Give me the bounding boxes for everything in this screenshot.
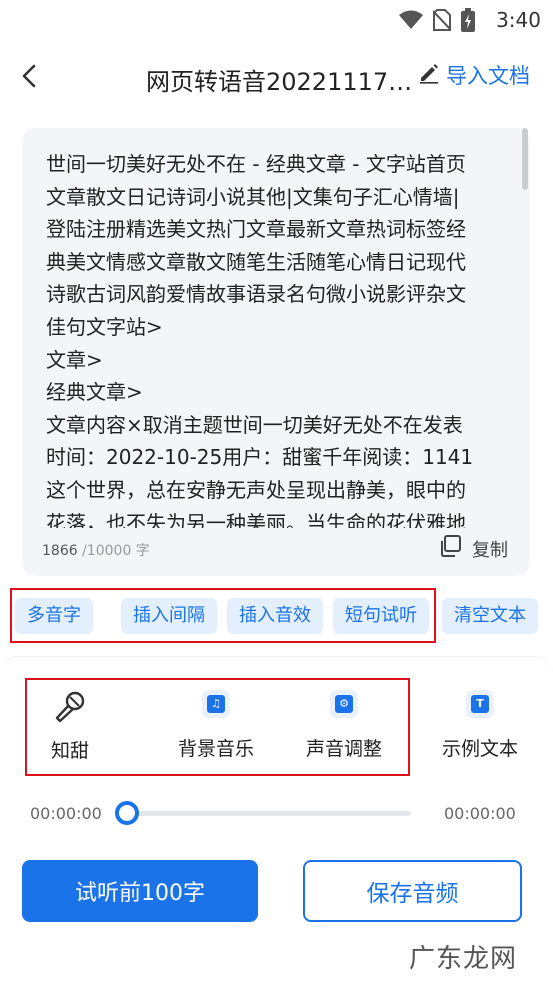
save-audio-button[interactable]: 保存音频 [303, 860, 522, 922]
char-counter: 1866 /10000 字 [42, 540, 150, 560]
audio-player: 00:00:00 00:00:00 [0, 798, 553, 830]
status-time: 3:40 [496, 8, 541, 32]
no-sim-icon [433, 9, 451, 31]
total-time: 00:00:00 [444, 804, 516, 823]
text-scrollbar[interactable] [522, 128, 528, 190]
back-button[interactable] [12, 58, 48, 94]
chip-clear-text[interactable]: 清空文本 [442, 598, 538, 634]
highlight-box-tools [25, 678, 410, 776]
import-document-button[interactable]: 导入文档 [418, 60, 530, 90]
progress-track[interactable] [125, 811, 411, 816]
tool-sample-text[interactable]: T 示例文本 [436, 690, 524, 761]
watermark: 广东龙网 [408, 944, 517, 974]
battery-charging-icon [461, 8, 475, 32]
pencil-icon [418, 62, 440, 89]
chevron-left-icon [22, 64, 36, 88]
copy-icon [438, 534, 462, 563]
text-content[interactable]: 世间一切美好无处不在 - 经典文章 - 文字站首页 文章散文日记诗词小说其他|文… [46, 148, 508, 528]
header: 网页转语音202211171… 导入文档 [0, 48, 553, 104]
current-time: 00:00:00 [30, 804, 102, 823]
text-editor[interactable]: 世间一切美好无处不在 - 经典文章 - 文字站首页 文章散文日记诗词小说其他|文… [22, 128, 530, 576]
status-bar: 3:40 [0, 0, 553, 40]
char-count: 1866 [42, 543, 78, 559]
text-t-icon: T [466, 690, 494, 718]
highlight-box-chips [10, 588, 436, 643]
status-icons [399, 8, 475, 32]
import-document-label: 导入文档 [446, 64, 530, 88]
copy-button[interactable]: 复制 [438, 534, 508, 563]
progress-thumb[interactable] [115, 801, 139, 825]
page-title: 网页转语音202211171… [146, 68, 416, 96]
wifi-icon [399, 10, 423, 30]
copy-label: 复制 [472, 539, 508, 561]
preview-100-chars-button[interactable]: 试听前100字 [22, 860, 258, 922]
char-max: /10000 字 [82, 543, 150, 559]
tool-sample-text-label: 示例文本 [441, 738, 518, 760]
